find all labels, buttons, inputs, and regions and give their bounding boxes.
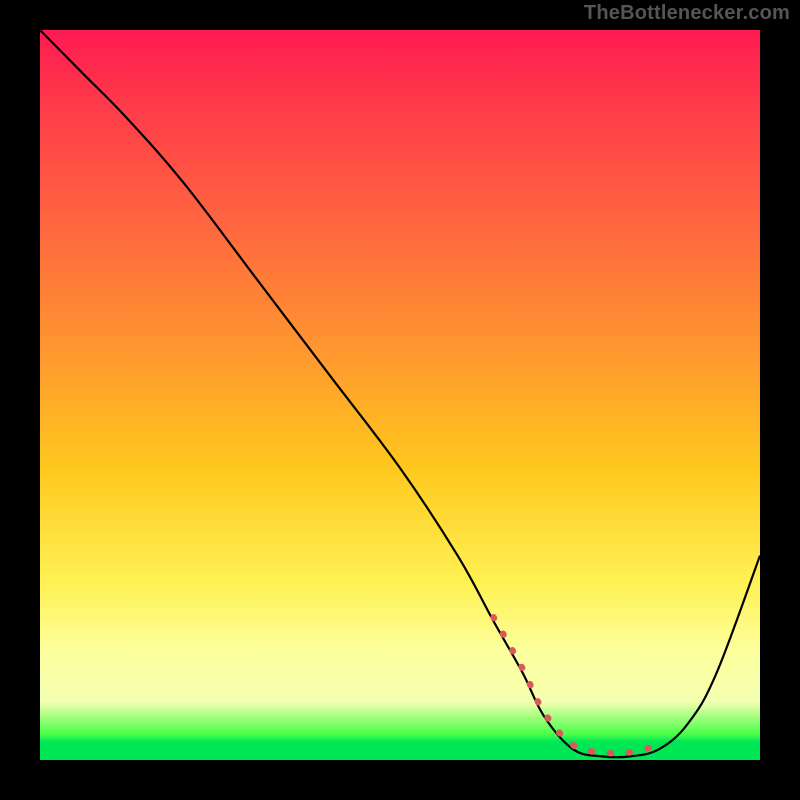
plot-area bbox=[40, 30, 760, 760]
chart-container: TheBottlenecker.com bbox=[0, 0, 800, 800]
attribution-watermark: TheBottlenecker.com bbox=[584, 2, 790, 25]
trough-marker bbox=[494, 617, 660, 753]
curve-layer bbox=[40, 30, 760, 760]
bottleneck-curve bbox=[40, 30, 760, 757]
